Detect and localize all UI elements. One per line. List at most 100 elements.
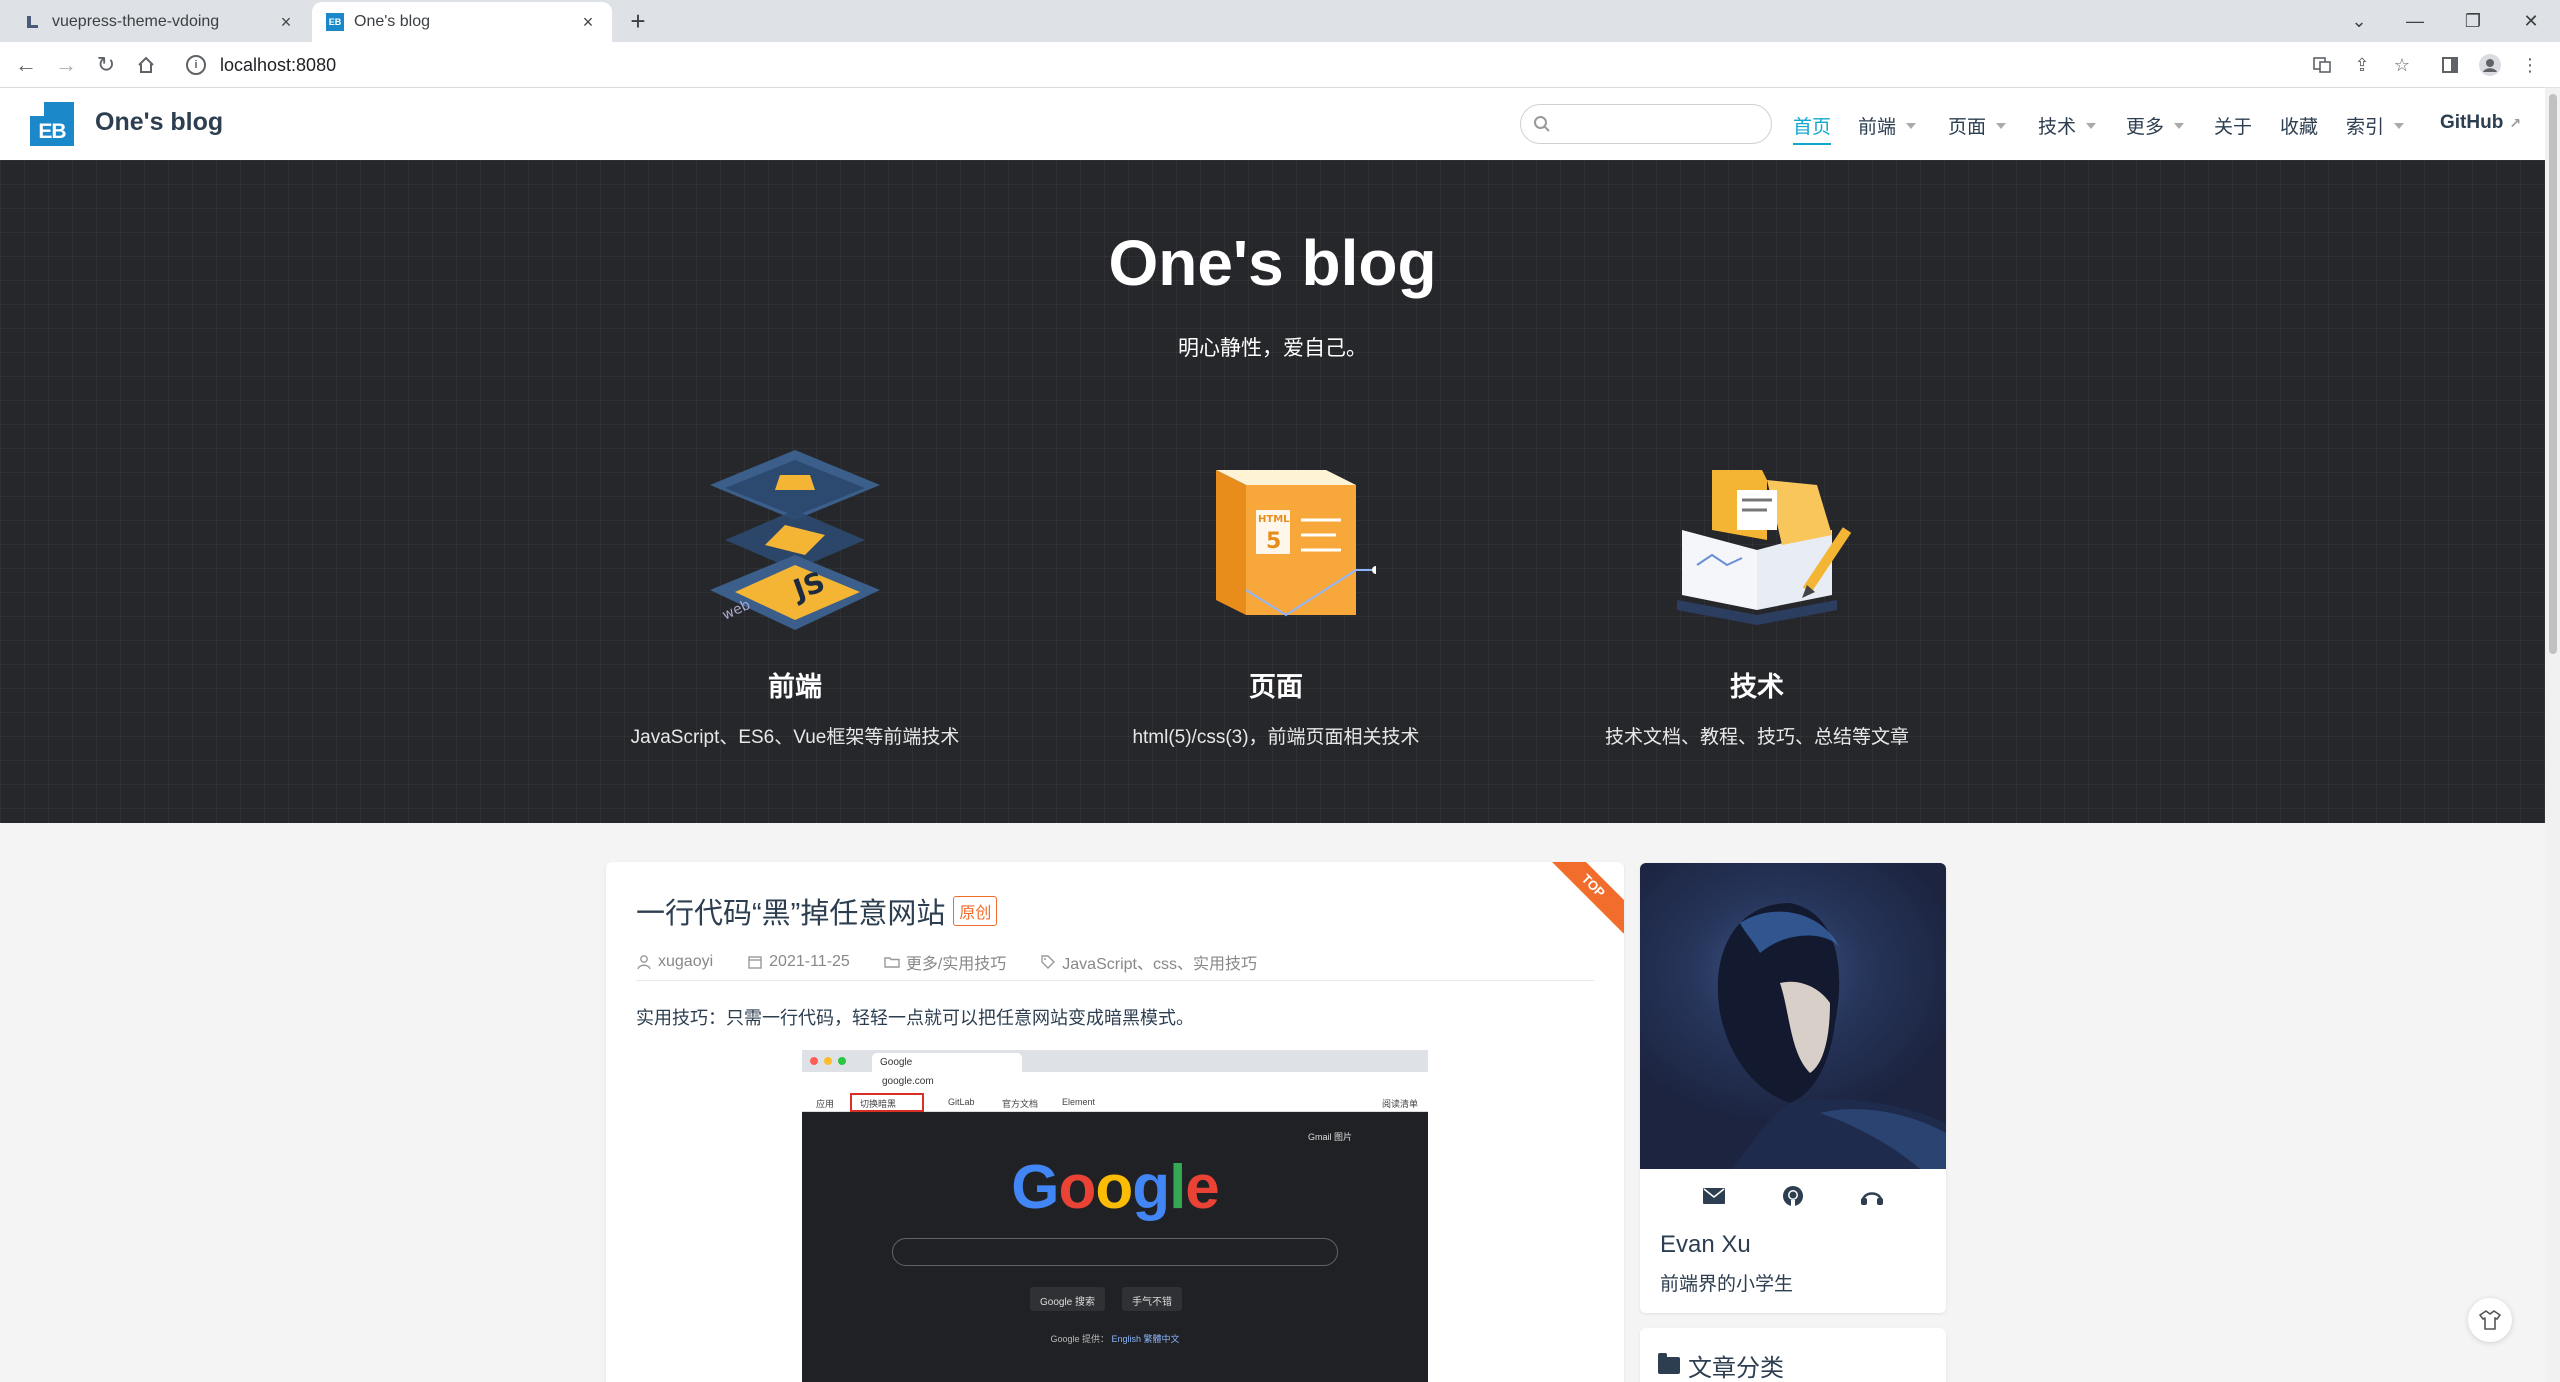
reload-button[interactable]: ↻ bbox=[92, 51, 120, 79]
headphones-icon[interactable] bbox=[1859, 1183, 1885, 1209]
feature-desc: 技术文档、教程、技巧、总结等文章 bbox=[1604, 727, 1909, 748]
browser-tab-blog[interactable]: EB One's blog × bbox=[312, 2, 612, 42]
feature-desc: JavaScript、ES6、Vue框架等前端技术 bbox=[630, 727, 960, 748]
blog-favicon-icon: EB bbox=[326, 13, 344, 31]
close-tab-icon[interactable]: × bbox=[578, 12, 598, 32]
book-icon bbox=[1677, 470, 1852, 625]
user-icon bbox=[637, 955, 651, 970]
shot-address-bar: google.com bbox=[802, 1072, 1428, 1093]
tags-text: JavaScript、css、实用技巧 bbox=[1062, 956, 1257, 973]
nav-item-home[interactable]: 首页 bbox=[1793, 112, 1832, 145]
author-name: xugaoyi bbox=[658, 953, 714, 970]
calendar-icon bbox=[748, 956, 762, 969]
nav-item-index[interactable]: 索引 bbox=[2346, 112, 2405, 139]
shot-bookmark: Element bbox=[1062, 1097, 1096, 1107]
site-info-icon[interactable]: i bbox=[186, 55, 206, 75]
nav-item-pages[interactable]: 页面 bbox=[1948, 112, 2007, 139]
menu-icon[interactable]: ⋮ bbox=[2516, 51, 2544, 79]
original-badge: 原创 bbox=[953, 896, 998, 926]
shot-search-button: Google 搜索 bbox=[1030, 1287, 1106, 1311]
post-author[interactable]: xugaoyi bbox=[636, 953, 713, 971]
site-name[interactable]: One's blog bbox=[95, 108, 223, 137]
caret-down-icon bbox=[2086, 122, 2097, 129]
nav-label: 页面 bbox=[1948, 117, 1987, 138]
svg-text:5: 5 bbox=[1266, 529, 1281, 554]
browser-tab-bar: vuepress-theme-vdoing × EB One's blog × … bbox=[0, 0, 2560, 42]
post-title[interactable]: 一行代码“黑”掉任意网站 原创 bbox=[636, 890, 998, 932]
back-button[interactable]: ← bbox=[12, 51, 40, 79]
post-tags[interactable]: JavaScript、css、实用技巧 bbox=[1040, 950, 1257, 974]
share-icon[interactable]: ⇪ bbox=[2348, 51, 2376, 79]
search-box[interactable] bbox=[1520, 104, 1772, 144]
shot-bookmarks: 应用 切换暗黑 GitLab 官方文档 Element 阅读清单 bbox=[802, 1093, 1428, 1112]
top-ribbon: TOP bbox=[1545, 862, 1624, 934]
shot-top-links: Gmail 图片 bbox=[1307, 1132, 1352, 1142]
shot-lucky-button: 手气不错 bbox=[1122, 1287, 1182, 1311]
site-logo[interactable]: EB bbox=[30, 102, 74, 146]
post-category[interactable]: 更多/实用技巧 bbox=[884, 950, 1006, 974]
restore-button[interactable]: ❐ bbox=[2458, 6, 2488, 36]
hero-banner: One's blog 明心静性，爱自己。 JS web 前端 JavaScrip… bbox=[0, 160, 2545, 823]
nav-item-more[interactable]: 更多 bbox=[2126, 112, 2185, 139]
shot-bookmark: 切换暗黑 bbox=[860, 1099, 897, 1109]
github-icon[interactable] bbox=[1780, 1183, 1806, 1209]
bookmark-star-icon[interactable]: ☆ bbox=[2388, 51, 2416, 79]
browser-toolbar: ← → ↻ i localhost:8080 ⇪ ☆ ⋮ bbox=[0, 42, 2560, 88]
site-navbar: EB One's blog 首页 前端 页面 技术 更多 关于 收藏 索引 Gi… bbox=[0, 88, 2545, 160]
profile-icon[interactable] bbox=[2476, 51, 2504, 79]
forward-button[interactable]: → bbox=[52, 51, 80, 79]
feature-title: 页面 bbox=[1249, 672, 1303, 702]
home-button[interactable] bbox=[132, 51, 160, 79]
nav-label: 前端 bbox=[1858, 117, 1897, 138]
minimize-button[interactable]: — bbox=[2400, 6, 2430, 36]
nav-item-github[interactable]: GitHub ↗ bbox=[2440, 112, 2521, 134]
profile-card: Evan Xu 前端界的小学生 bbox=[1640, 863, 1946, 1313]
avatar bbox=[1640, 863, 1946, 1169]
nav-item-tech[interactable]: 技术 bbox=[2038, 112, 2097, 139]
post-date: 2021-11-25 bbox=[747, 953, 850, 971]
nav-item-favorites[interactable]: 收藏 bbox=[2280, 112, 2318, 139]
categories-title[interactable]: 文章分类 bbox=[1658, 1348, 1784, 1382]
side-panel-icon[interactable] bbox=[2436, 51, 2464, 79]
tab-title: One's blog bbox=[354, 13, 430, 30]
nav-item-frontend[interactable]: 前端 bbox=[1858, 112, 1917, 139]
nav-label: 技术 bbox=[2038, 117, 2077, 138]
theme-toggle-button[interactable] bbox=[2468, 1298, 2512, 1342]
shot-bookmark: 阅读清单 bbox=[1382, 1099, 1419, 1109]
browser-tab-vdoing[interactable]: vuepress-theme-vdoing × bbox=[10, 2, 310, 42]
feature-pages[interactable]: HTML 5 页面 html(5)/css(3)，前端页面相关技术 bbox=[1066, 440, 1486, 749]
post-screenshot-image[interactable]: Google google.com 应用 切换暗黑 GitLab 官方文档 El… bbox=[802, 1050, 1428, 1382]
caret-down-icon bbox=[2394, 122, 2405, 129]
hero-subtitle: 明心静性，爱自己。 bbox=[1178, 337, 1367, 360]
scrollbar-thumb[interactable] bbox=[2549, 94, 2557, 654]
post-title-text[interactable]: 一行代码“黑”掉任意网站 bbox=[636, 890, 945, 932]
close-tab-icon[interactable]: × bbox=[276, 12, 296, 32]
folder-icon bbox=[884, 957, 900, 968]
post-meta: xugaoyi 2021-11-25 更多/实用技巧 JavaScript、cs… bbox=[636, 950, 1291, 974]
feature-frontend[interactable]: JS web 前端 JavaScript、ES6、Vue框架等前端技术 bbox=[585, 440, 1005, 749]
url-text: localhost:8080 bbox=[220, 54, 337, 75]
email-icon[interactable] bbox=[1701, 1183, 1727, 1209]
shot-min-dot bbox=[824, 1057, 832, 1065]
tab-title: vuepress-theme-vdoing bbox=[52, 13, 220, 30]
search-input[interactable] bbox=[1561, 111, 1761, 137]
close-window-button[interactable]: ✕ bbox=[2516, 6, 2546, 36]
nav-item-about[interactable]: 关于 bbox=[2214, 112, 2252, 139]
folder-open-icon bbox=[1658, 1353, 1680, 1374]
shot-language-line: Google 提供： English 繁體中文 bbox=[802, 1332, 1428, 1345]
shot-bookmark: GitLab bbox=[948, 1097, 975, 1107]
nav-label: 收藏 bbox=[2280, 117, 2319, 138]
categories-card: 文章分类 bbox=[1640, 1328, 1946, 1382]
shot-max-dot bbox=[838, 1057, 846, 1065]
feature-tech[interactable]: 技术 技术文档、教程、技巧、总结等文章 bbox=[1547, 440, 1967, 749]
tab-search-icon[interactable]: ⌄ bbox=[2344, 6, 2374, 36]
new-tab-button[interactable]: + bbox=[624, 8, 652, 36]
post-excerpt: 实用技巧：只需一行代码，轻轻一点就可以把任意网站变成暗黑模式。 bbox=[636, 1008, 1194, 1028]
address-bar[interactable]: i localhost:8080 bbox=[186, 49, 2366, 81]
divider bbox=[636, 980, 1594, 981]
feature-title: 技术 bbox=[1730, 672, 1784, 702]
translate-icon[interactable] bbox=[2308, 51, 2336, 79]
profile-social-icons bbox=[1640, 1183, 1946, 1209]
caret-down-icon bbox=[1906, 122, 1917, 129]
search-icon bbox=[1534, 116, 1550, 132]
